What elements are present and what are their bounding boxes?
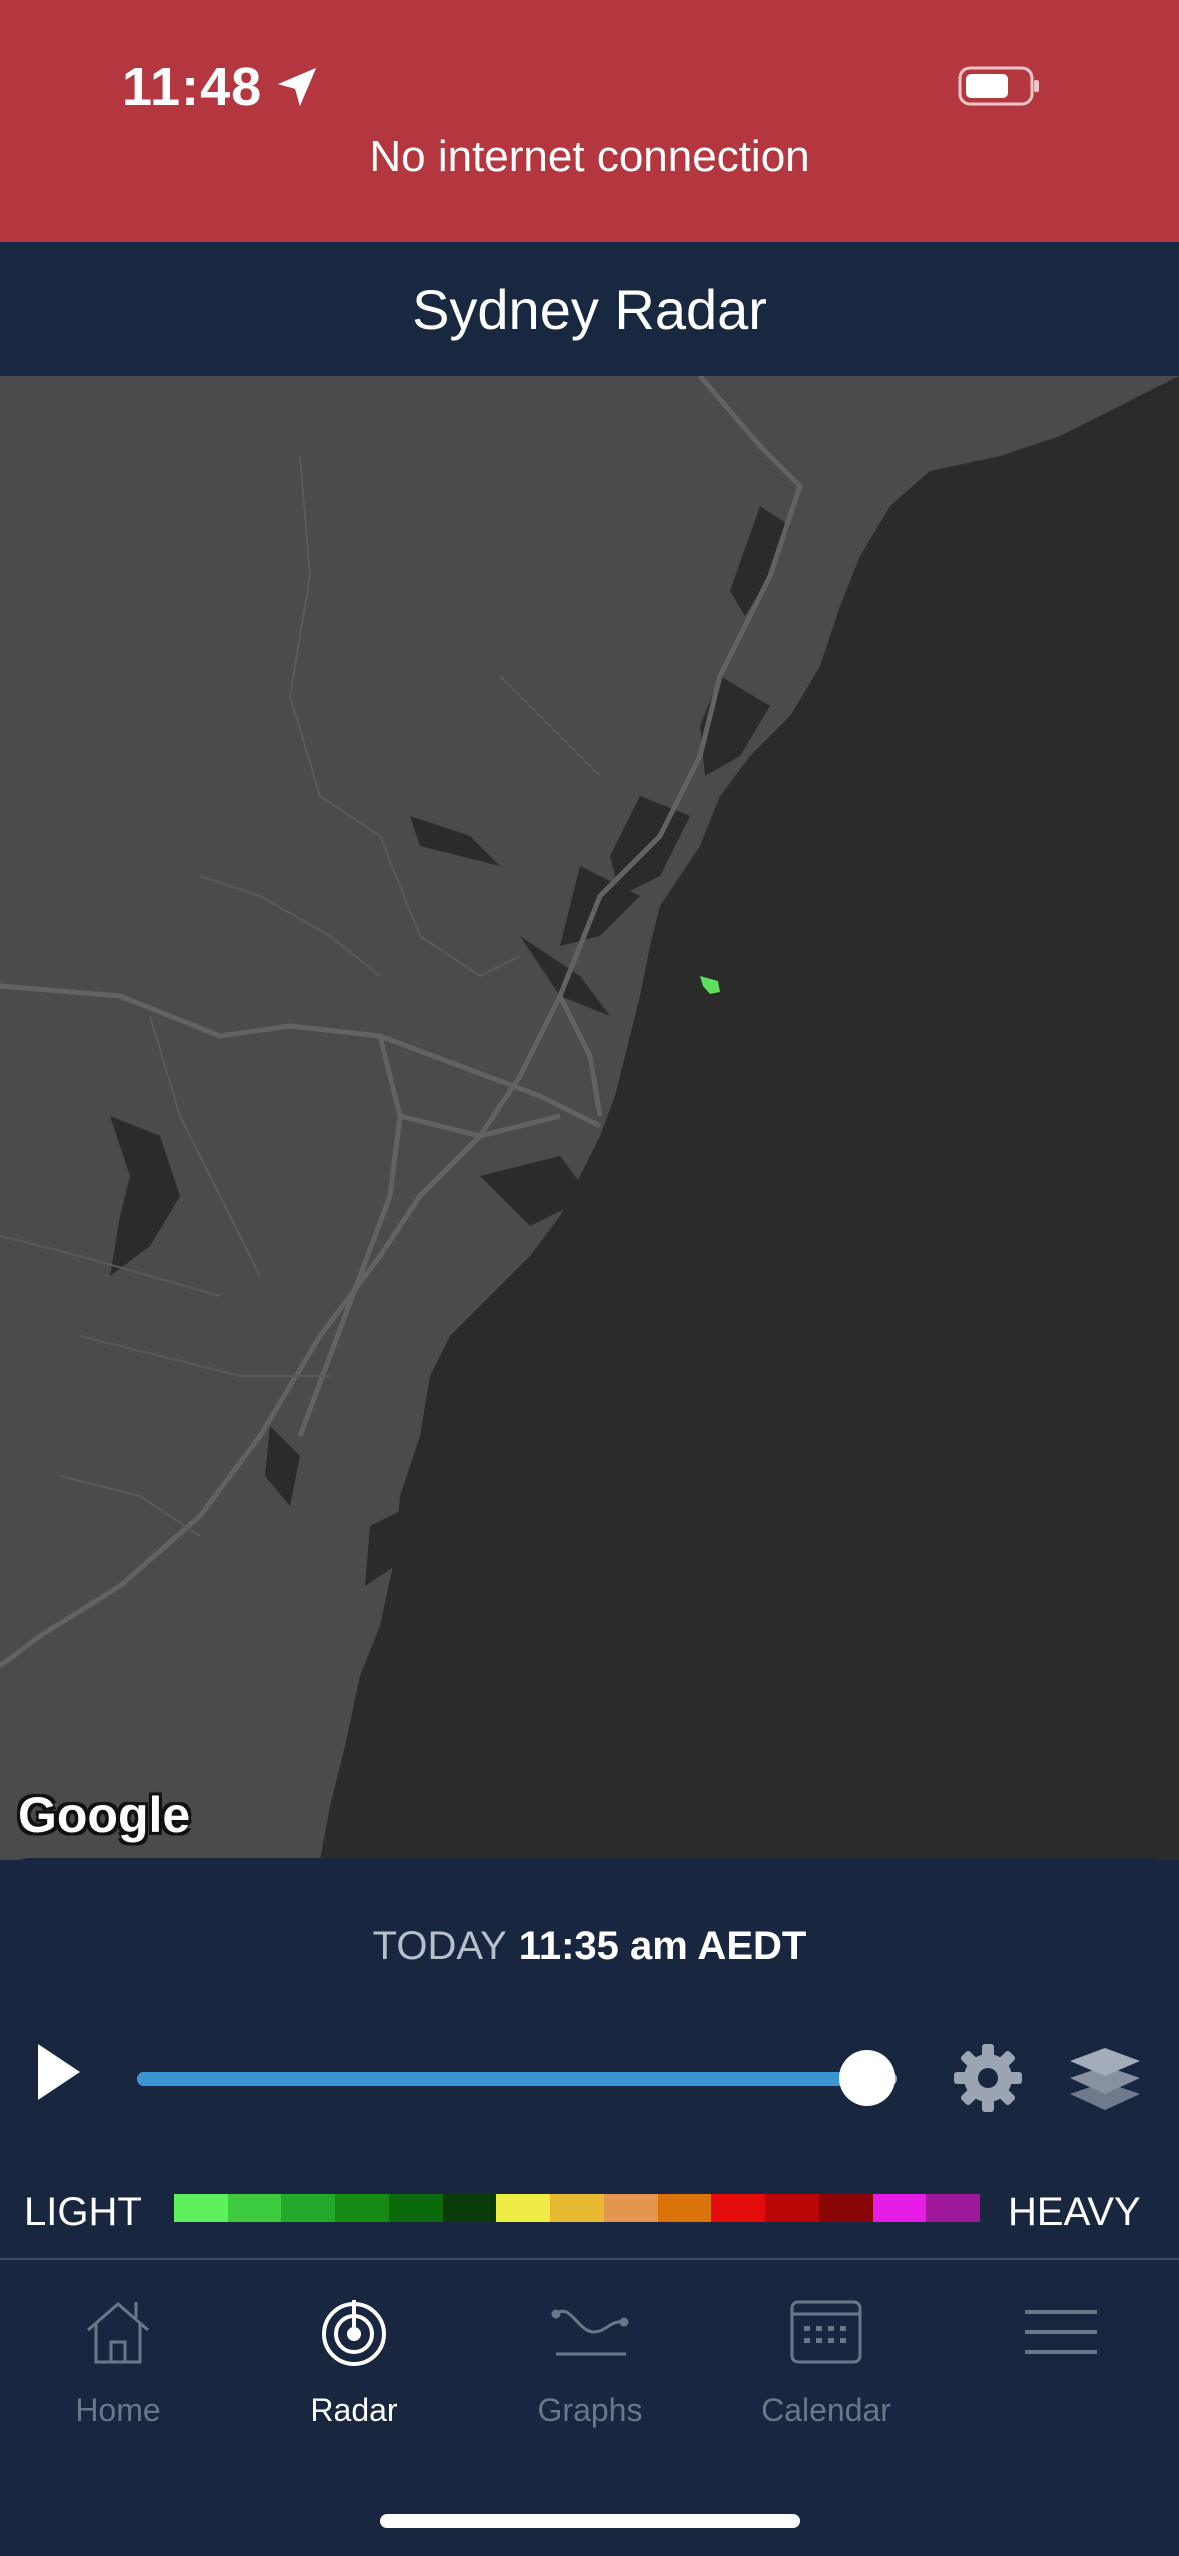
graphs-icon <box>551 2309 629 2356</box>
tab-home-label: Home <box>75 2392 161 2428</box>
legend-swatch <box>926 2194 981 2222</box>
radar-map[interactable]: Google <box>0 376 1179 1860</box>
home-indicator <box>380 2514 800 2528</box>
legend-swatch <box>818 2194 873 2222</box>
timestamp-time: 11:35 am AEDT <box>518 1924 807 1968</box>
calendar-icon <box>790 2300 862 2364</box>
legend-swatch <box>281 2194 336 2222</box>
status-time: 11:48 <box>122 56 320 118</box>
layers-icon[interactable] <box>1068 2044 1142 2114</box>
offline-banner: 11:48 No internet connection <box>0 0 1179 242</box>
play-icon[interactable] <box>34 2040 84 2104</box>
legend-swatch <box>550 2194 604 2222</box>
rain-cell <box>700 976 720 994</box>
timeline-progress <box>137 2072 867 2086</box>
bottom-tab-bar: Home Radar Graphs Calendar <box>0 2260 1179 2556</box>
location-arrow-icon <box>277 67 317 107</box>
playback-panel: TODAY 11:35 am AEDT LIGHT HEAVY <box>0 1858 1179 2260</box>
tab-graphs[interactable]: Graphs <box>472 2292 708 2429</box>
tab-calendar[interactable]: Calendar <box>708 2292 944 2429</box>
legend-swatch <box>227 2194 282 2222</box>
map-canvas <box>0 376 1179 1860</box>
legend-swatch <box>765 2194 819 2222</box>
gear-icon[interactable] <box>952 2042 1024 2114</box>
tab-calendar-label: Calendar <box>761 2392 891 2428</box>
rain-intensity-legend <box>174 2194 981 2222</box>
google-attribution: Google <box>18 1787 191 1843</box>
legend-swatch <box>603 2194 658 2222</box>
page-title-bar: Sydney Radar <box>0 242 1179 376</box>
no-internet-message: No internet connection <box>369 132 810 181</box>
radar-timestamp: TODAY 11:35 am AEDT <box>0 1924 1179 1969</box>
status-clock: 11:48 <box>122 57 263 117</box>
legend-swatch <box>657 2194 712 2222</box>
tab-graphs-label: Graphs <box>537 2392 643 2428</box>
home-icon <box>87 2302 149 2364</box>
legend-heavy-label: HEAVY <box>1008 2190 1141 2234</box>
radar-icon <box>322 2300 386 2366</box>
menu-icon <box>1025 2310 1097 2354</box>
legend-light-label: LIGHT <box>24 2190 142 2234</box>
timestamp-day: TODAY <box>372 1924 507 1968</box>
legend-swatch <box>174 2194 228 2222</box>
timeline-thumb[interactable] <box>838 2050 895 2106</box>
page-title: Sydney Radar <box>412 277 767 341</box>
legend-swatch <box>388 2194 443 2222</box>
legend-swatch <box>335 2194 389 2222</box>
tab-menu[interactable] <box>943 2292 1179 2392</box>
legend-swatch <box>496 2194 551 2222</box>
legend-swatch <box>711 2194 766 2222</box>
tab-home[interactable]: Home <box>0 2292 236 2429</box>
battery-icon <box>958 66 1039 106</box>
legend-swatch <box>872 2194 927 2222</box>
timeline-slider[interactable] <box>137 2050 897 2106</box>
tab-radar[interactable]: Radar <box>236 2292 472 2429</box>
tab-radar-label: Radar <box>310 2392 398 2428</box>
legend-swatch <box>442 2194 497 2222</box>
